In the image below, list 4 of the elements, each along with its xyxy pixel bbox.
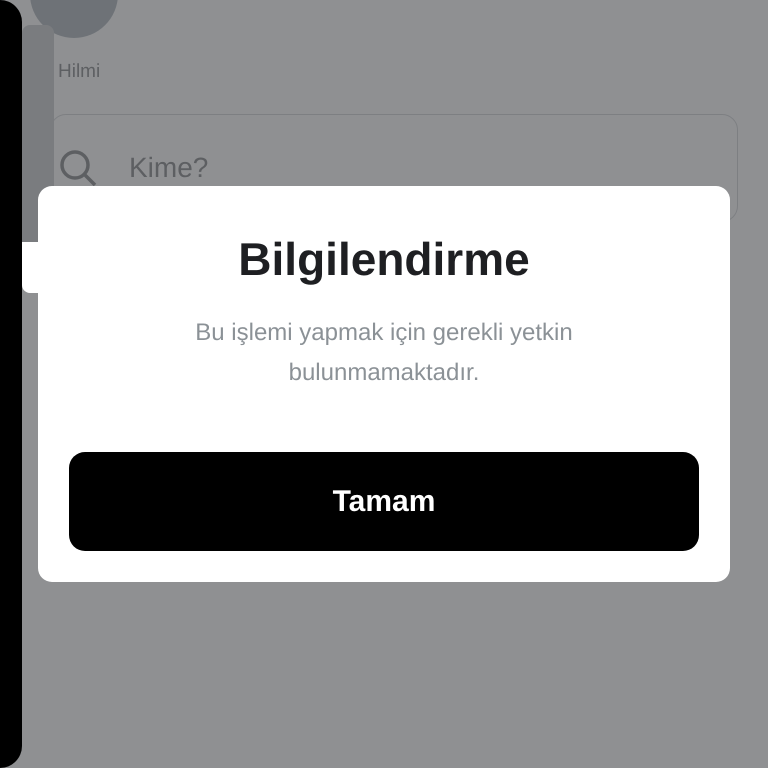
dialog-message: Bu işlemi yapmak için gerekli yetkin bulunmamaktadır. xyxy=(194,318,574,388)
ok-button[interactable]: Tamam xyxy=(69,452,699,551)
dialog-title: Bilgilendirme xyxy=(238,234,530,285)
search-icon xyxy=(58,148,98,188)
